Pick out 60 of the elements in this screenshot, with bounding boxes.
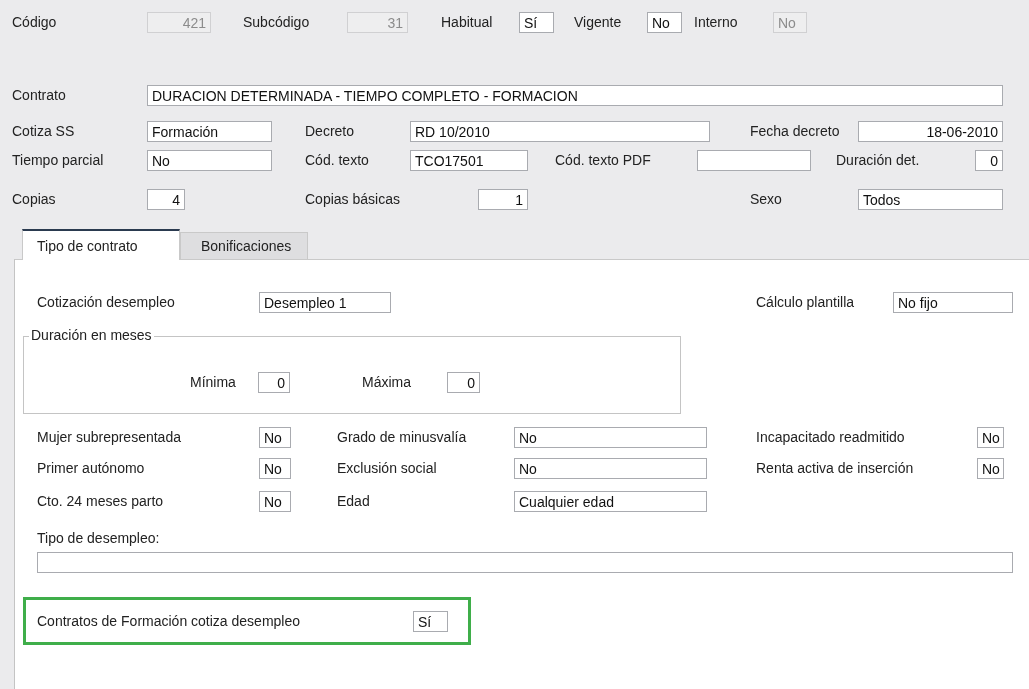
field-label: Mujer subrepresentada: [37, 429, 182, 445]
field-label: Cálculo plantilla: [756, 294, 856, 310]
field-label: Cód. texto: [305, 152, 370, 168]
field-label: Cód. texto PDF: [555, 152, 652, 168]
field-label: Cotiza SS: [12, 123, 76, 139]
text-field[interactable]: No fijo: [893, 291, 1013, 313]
group-title: Duración en meses: [29, 327, 154, 343]
text-field[interactable]: 1: [478, 188, 528, 210]
text-field[interactable]: Todos: [858, 188, 1003, 210]
field-label: Cto. 24 meses parto: [37, 493, 165, 509]
field-label: Exclusión social: [337, 460, 438, 476]
text-field[interactable]: TCO17501: [410, 149, 528, 171]
field-label: Interno: [694, 14, 739, 30]
field-label: Incapacitado readmitido: [756, 429, 906, 445]
text-field[interactable]: Formación: [147, 120, 272, 142]
text-field[interactable]: Sí: [519, 11, 554, 33]
text-field[interactable]: Cualquier edad: [514, 490, 707, 512]
text-field[interactable]: 0: [258, 371, 290, 393]
field-label: Subcódigo: [243, 14, 311, 30]
tab[interactable]: Tipo de contrato: [22, 229, 180, 260]
text-field[interactable]: No: [647, 11, 682, 33]
text-field[interactable]: Sí: [413, 610, 448, 632]
field-label: Mínima: [190, 374, 237, 390]
text-field[interactable]: [697, 149, 811, 171]
tab[interactable]: Bonificaciones: [180, 232, 309, 259]
field-label: Fecha decreto: [750, 123, 841, 139]
field-label: Contratos de Formación cotiza desempleo: [37, 613, 302, 629]
field-label: Tiempo parcial: [12, 152, 105, 168]
field-label: Código: [12, 14, 58, 30]
field-label: Contrato: [12, 87, 67, 103]
field-label: Cotización desempleo: [37, 294, 176, 310]
text-field[interactable]: No: [514, 426, 707, 448]
text-field[interactable]: DURACION DETERMINADA - TIEMPO COMPLETO - FORMACION: [147, 84, 1003, 106]
text-field[interactable]: Desempleo 1: [259, 291, 391, 313]
text-field[interactable]: RD 10/2010: [410, 120, 710, 142]
field-label: Grado de minusvalía: [337, 429, 468, 445]
text-field[interactable]: No: [147, 149, 272, 171]
text-field[interactable]: 4: [147, 188, 185, 210]
field-label: Máxima: [362, 374, 412, 390]
field-label: Decreto: [305, 123, 356, 139]
text-field[interactable]: No: [259, 457, 291, 479]
text-field[interactable]: No: [977, 426, 1004, 448]
field-label: Duración det.: [836, 152, 921, 168]
text-field[interactable]: 18-06-2010: [858, 120, 1003, 142]
field-label: Sexo: [750, 191, 783, 207]
text-field[interactable]: No: [259, 426, 291, 448]
field-label: Copias: [12, 191, 57, 207]
field-label: Vigente: [574, 14, 623, 30]
text-field[interactable]: No: [514, 457, 707, 479]
field-label: Renta activa de inserción: [756, 460, 915, 476]
text-field[interactable]: [37, 552, 1013, 573]
field-label: Copias básicas: [305, 191, 401, 207]
field-label: Edad: [337, 493, 371, 509]
text-field[interactable]: 0: [975, 149, 1003, 171]
text-field[interactable]: No: [259, 490, 291, 512]
text-field[interactable]: 0: [447, 371, 480, 393]
field-label: Tipo de desempleo:: [37, 530, 161, 546]
field-label: Primer autónomo: [37, 460, 146, 476]
field-label: Habitual: [441, 14, 494, 30]
text-field[interactable]: No: [977, 457, 1004, 479]
